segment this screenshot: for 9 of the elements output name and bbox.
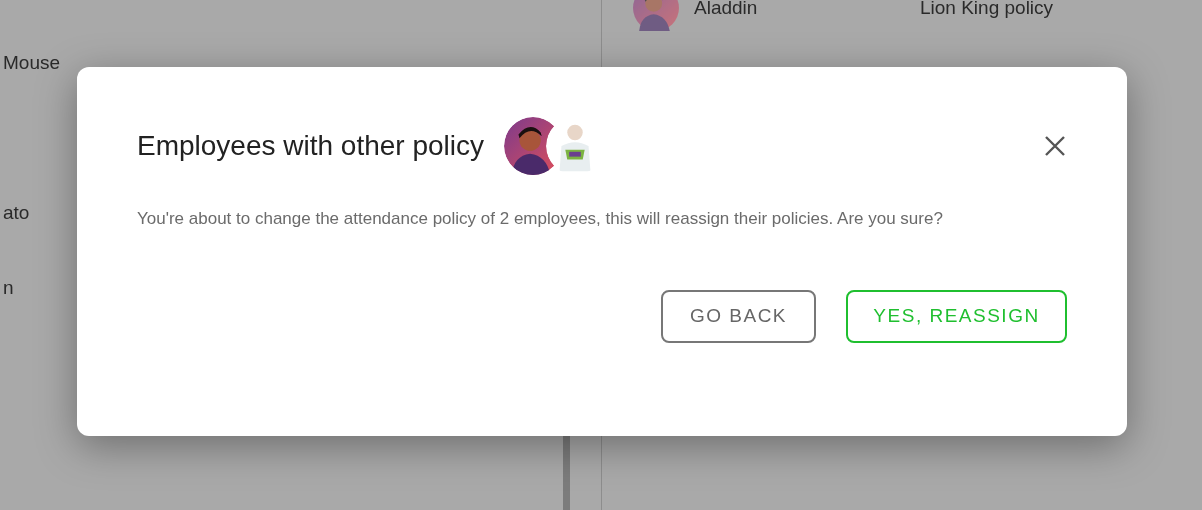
back-button[interactable]: GO BACK — [661, 290, 816, 343]
close-icon — [1044, 135, 1066, 157]
policy-name: Lion King policy — [920, 0, 1054, 20]
employee-name: ato — [3, 202, 30, 224]
dialog-message: You're about to change the attendance policy of 2 employees, this will reassign their policies. Are you sure? — [137, 208, 944, 230]
employee-name: Aladdin — [694, 0, 759, 20]
employee-name: Mouse — [3, 52, 61, 74]
dialog-title: Employees with other policy — [137, 129, 485, 163]
employee-name: n — [3, 277, 14, 299]
